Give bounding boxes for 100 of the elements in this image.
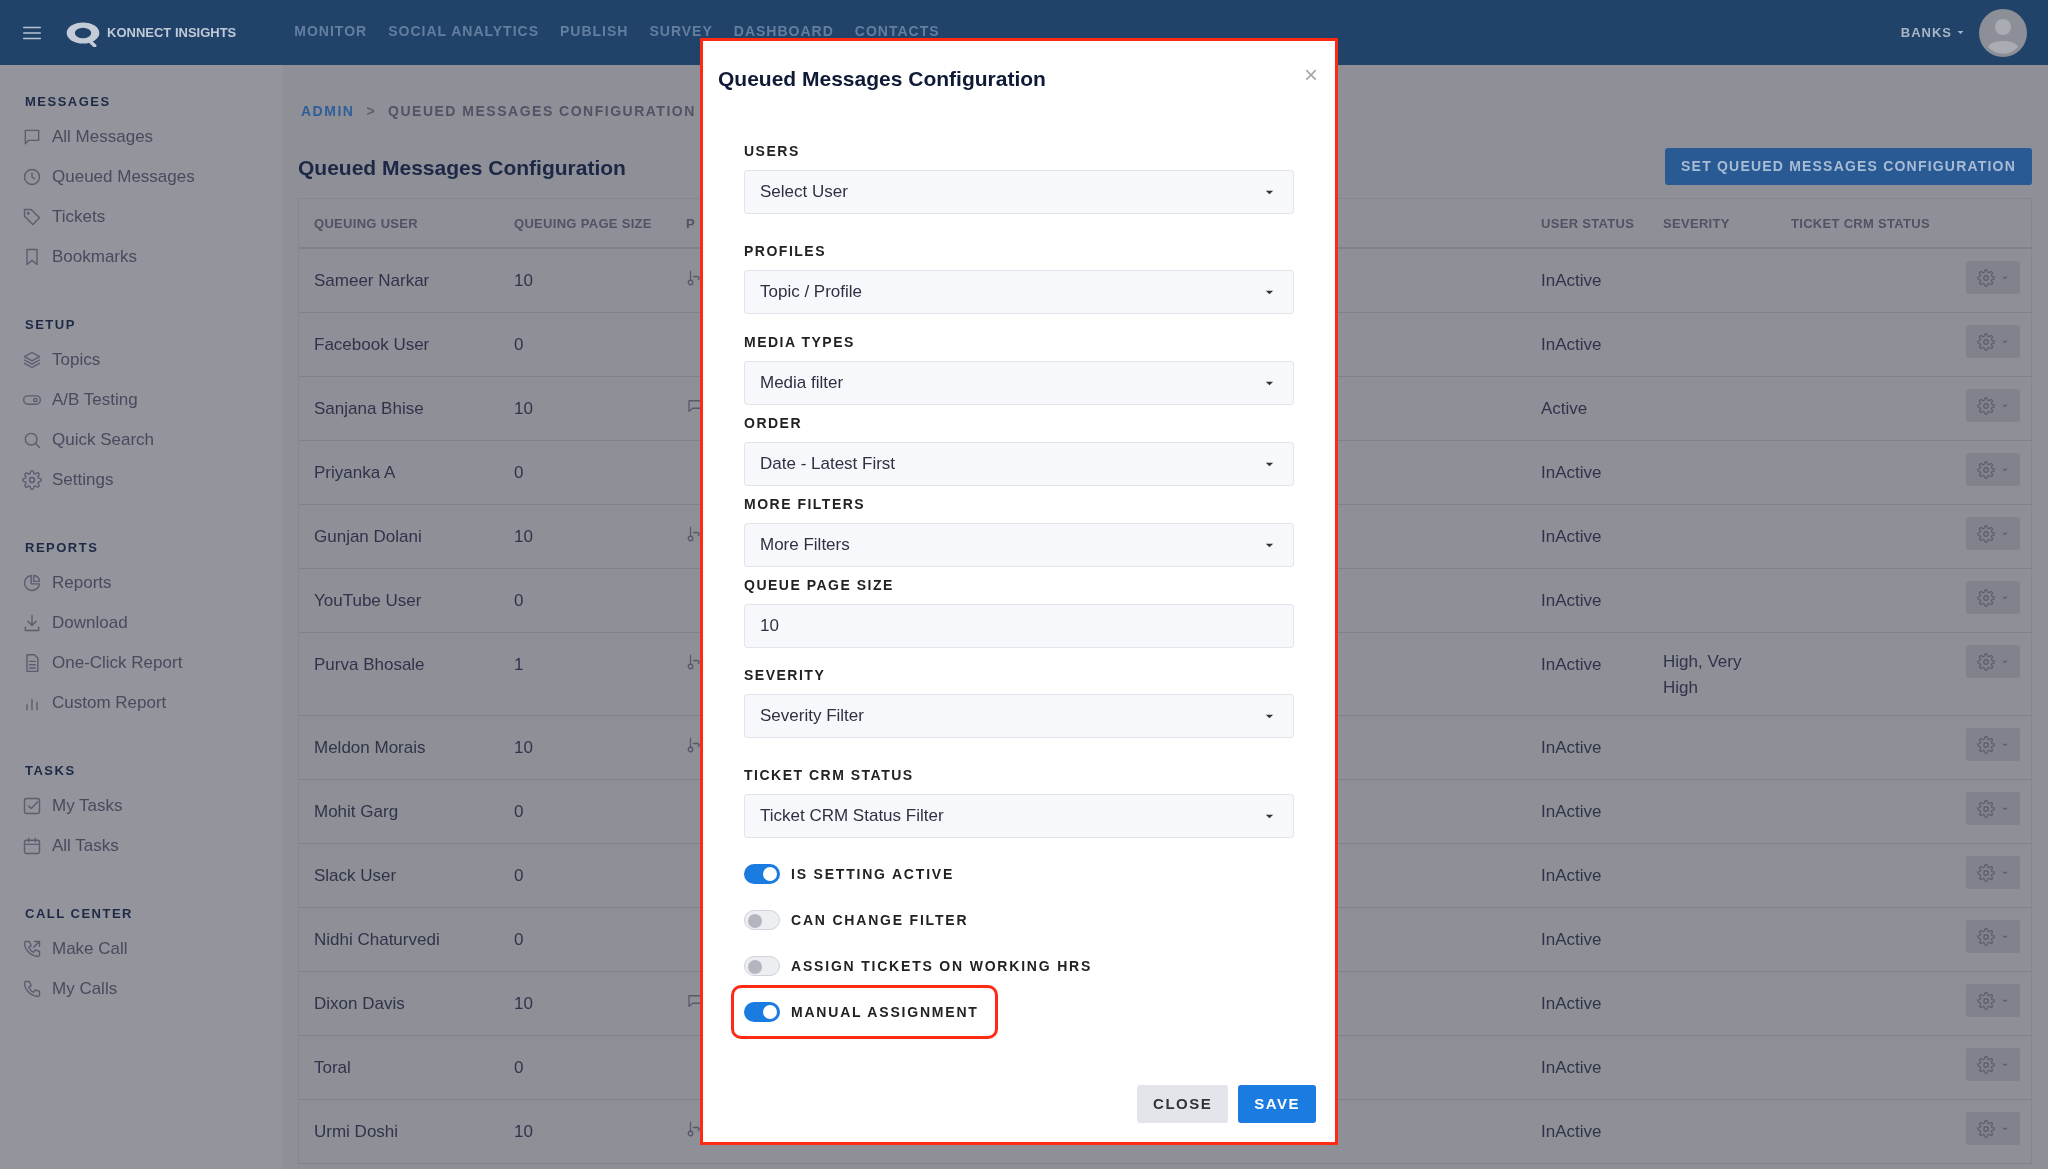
column-header: QUEUING PAGE SIZE <box>514 216 652 231</box>
breadcrumb-link[interactable]: ADMIN <box>301 100 355 122</box>
section-heading: TASKS <box>25 762 77 781</box>
column-header: QUEUING USER <box>314 216 418 231</box>
sidebar-item[interactable]: Custom Report <box>25 683 283 723</box>
settings-icon <box>1977 268 1995 287</box>
toggle-switch[interactable] <box>744 864 780 884</box>
field-label: ORDER <box>744 414 804 433</box>
settings-icon <box>1977 799 1995 818</box>
settings-icon <box>1977 524 1995 543</box>
row-actions-button[interactable] <box>1966 453 2020 486</box>
row-actions-button[interactable] <box>1966 645 2020 678</box>
user-name-cell: Toral <box>314 1058 351 1077</box>
settings-icon <box>1977 460 1995 479</box>
dropdown[interactable]: Ticket CRM Status Filter <box>744 794 1294 838</box>
toggle-label: IS SETTING ACTIVE <box>791 864 955 884</box>
row-actions-button[interactable] <box>1966 581 2020 614</box>
section-heading: CALL CENTER <box>25 905 134 924</box>
sidebar-item[interactable]: My Tasks <box>25 786 283 826</box>
page-size-input[interactable]: 10 <box>744 604 1294 648</box>
page-size-cell: 0 <box>514 930 524 949</box>
section-heading: SETUP <box>25 316 77 335</box>
row-actions-button[interactable] <box>1966 920 2020 953</box>
row-actions-button[interactable] <box>1966 261 2020 294</box>
clock-icon <box>22 167 42 187</box>
dropdown[interactable]: Select User <box>744 170 1294 214</box>
caret-icon <box>1956 28 1965 37</box>
dropdown[interactable]: Media filter <box>744 361 1294 405</box>
row-actions-button[interactable] <box>1966 389 2020 422</box>
nav-link[interactable]: SURVEY <box>649 21 713 42</box>
sidebar-item[interactable]: Tickets <box>25 197 283 237</box>
nav-link[interactable]: DASHBOARD <box>733 21 834 42</box>
sidebar-item[interactable]: Queued Messages <box>25 157 283 197</box>
sidebar-item[interactable]: Reports <box>25 563 283 603</box>
row-actions-button[interactable] <box>1966 1048 2020 1081</box>
row-actions-button[interactable] <box>1966 856 2020 889</box>
nav-link[interactable]: SOCIAL ANALYTICS <box>388 21 539 42</box>
account-menu[interactable]: BANKS <box>1900 22 1965 43</box>
sidebar-item[interactable]: Settings <box>25 460 283 500</box>
user-status-cell: InActive <box>1541 866 1602 885</box>
nav-link[interactable]: PUBLISH <box>560 21 629 42</box>
row-actions-button[interactable] <box>1966 728 2020 761</box>
save-button[interactable]: SAVE <box>1238 1085 1316 1123</box>
settings-icon <box>1977 332 1995 351</box>
toggle-switch[interactable] <box>744 910 780 930</box>
dropdown[interactable]: Date - Latest First <box>744 442 1294 486</box>
nav-link[interactable]: CONTACTS <box>854 21 940 42</box>
page-size-cell: 0 <box>514 335 524 354</box>
column-header: SEVERITY <box>1663 216 1730 231</box>
breadcrumb-separator: > <box>366 101 377 121</box>
sidebar-item[interactable]: Topics <box>25 340 283 380</box>
row-actions-button[interactable] <box>1966 792 2020 825</box>
user-status-cell: InActive <box>1541 335 1602 354</box>
page-size-cell: 10 <box>514 1122 533 1141</box>
row-actions-button[interactable] <box>1966 517 2020 550</box>
page-size-cell: 0 <box>514 802 524 821</box>
user-name-cell: Priyanka A <box>314 463 396 482</box>
sidebar-item[interactable]: All Messages <box>25 117 283 157</box>
dropdown[interactable]: Topic / Profile <box>744 270 1294 314</box>
page-size-cell: 0 <box>514 1058 524 1077</box>
toggle-label: ASSIGN TICKETS ON WORKING HRS <box>791 956 1093 976</box>
user-name-cell: Facebook User <box>314 335 430 354</box>
set-configuration-button[interactable]: SET QUEUED MESSAGES CONFIGURATION <box>1665 147 2032 185</box>
row-actions-button[interactable] <box>1966 325 2020 358</box>
close-button[interactable]: CLOSE <box>1137 1085 1229 1123</box>
sidebar-item[interactable]: All Tasks <box>25 826 283 866</box>
field-label: MEDIA TYPES <box>744 333 856 352</box>
nav-link[interactable]: MONITOR <box>294 21 368 42</box>
section-heading: MESSAGES <box>25 93 112 112</box>
sidebar-item[interactable]: My Calls <box>25 969 283 1009</box>
user-status-cell: InActive <box>1541 271 1602 290</box>
page-size-cell: 10 <box>514 399 533 418</box>
toggle-switch[interactable] <box>744 956 780 976</box>
settings-icon <box>1977 588 1995 607</box>
search-icon <box>22 430 42 450</box>
sidebar-item[interactable]: Bookmarks <box>25 237 283 277</box>
checkbox-icon <box>22 796 42 816</box>
dropdown[interactable]: Severity Filter <box>744 694 1294 738</box>
column-header: TICKET CRM STATUS <box>1791 216 1930 231</box>
user-name-cell: Sanjana Bhise <box>314 399 424 418</box>
row-actions-button[interactable] <box>1966 1112 2020 1145</box>
toggle-switch[interactable] <box>744 1002 780 1022</box>
settings-icon <box>1977 863 1995 882</box>
user-status-cell: InActive <box>1541 1058 1602 1077</box>
sidebar-item[interactable]: One-Click Report <box>25 643 283 683</box>
tag-icon <box>22 207 42 227</box>
field-label: USERS <box>744 142 801 161</box>
page-size-cell: 10 <box>514 527 533 546</box>
sidebar-item[interactable]: Download <box>25 603 283 643</box>
dropdown[interactable]: More Filters <box>744 523 1294 567</box>
column-header: P <box>686 216 695 231</box>
user-name-cell: Sameer Narkar <box>314 271 430 290</box>
row-actions-button[interactable] <box>1966 984 2020 1017</box>
user-status-cell: Active <box>1541 399 1588 418</box>
sidebar-item[interactable]: A/B Testing <box>25 380 283 420</box>
sidebar-item[interactable]: Quick Search <box>25 420 283 460</box>
settings-icon <box>1977 735 1995 754</box>
settings-icon <box>22 470 42 490</box>
user-status-cell: InActive <box>1541 527 1602 546</box>
sidebar-item[interactable]: Make Call <box>25 929 283 969</box>
